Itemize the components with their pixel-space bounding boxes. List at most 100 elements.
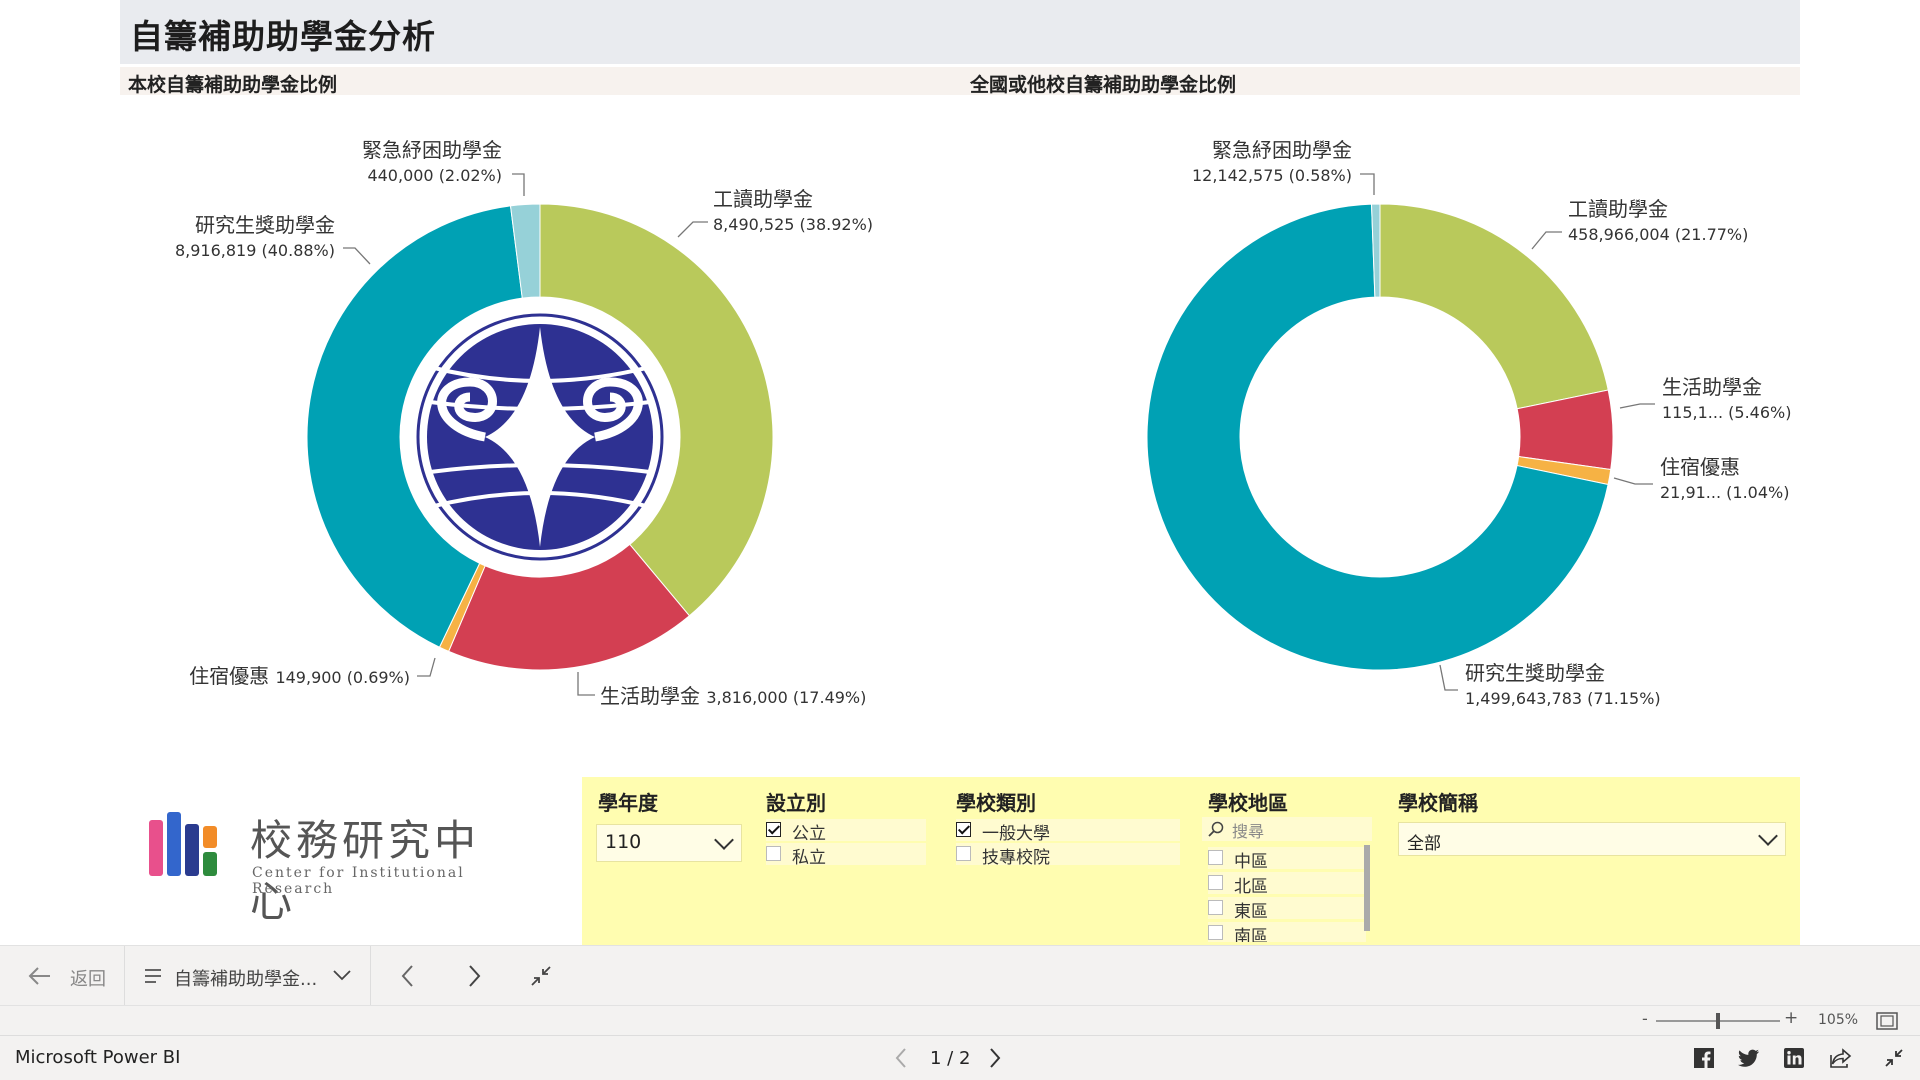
checkbox-checked-icon[interactable] xyxy=(766,822,781,837)
establish-option-label: 公立 xyxy=(792,824,826,844)
data-label-category: 緊急紓困助學金 xyxy=(362,138,502,162)
back-label: 返回 xyxy=(70,969,106,990)
school-type-option-label: 一般大學 xyxy=(982,824,1050,844)
zoom-in-icon[interactable]: + xyxy=(1784,1008,1798,1028)
divider xyxy=(370,946,371,1006)
next-page-icon[interactable] xyxy=(466,964,482,988)
checkbox-icon[interactable] xyxy=(1208,925,1223,940)
data-label-category: 住宿優惠 xyxy=(1660,455,1740,479)
region-option-east[interactable]: 東區 xyxy=(1208,897,1366,922)
region-option-south[interactable]: 南區 xyxy=(1208,922,1366,942)
data-label-value: 8,916,819 (40.88%) xyxy=(175,241,335,260)
label-leader-line xyxy=(577,672,595,696)
year-dropdown-value: 110 xyxy=(605,831,642,853)
data-label-value: 21,91... (1.04%) xyxy=(1660,483,1789,502)
establish-option-label: 私立 xyxy=(792,848,826,868)
chevron-down-icon xyxy=(333,970,351,981)
school-type-option-general[interactable]: 一般大學 xyxy=(956,819,1180,844)
region-search-placeholder: 搜尋 xyxy=(1232,822,1265,841)
checkbox-icon[interactable] xyxy=(1208,875,1223,890)
app-name-link[interactable]: Microsoft Power BI xyxy=(15,1047,180,1068)
establish-option-private[interactable]: 私立 xyxy=(766,843,926,868)
label-leader-line xyxy=(677,221,708,238)
slicer-school-type: 學校類別 一般大學 技專校院 xyxy=(940,777,1192,945)
previous-page-icon[interactable] xyxy=(400,964,416,988)
region-option-north[interactable]: 北區 xyxy=(1208,872,1366,897)
checkbox-icon[interactable] xyxy=(766,846,781,861)
label-leader-line xyxy=(417,657,436,677)
school-name-dropdown-value: 全部 xyxy=(1407,834,1441,854)
region-option-label: 北區 xyxy=(1234,877,1268,897)
data-label-category: 工讀助學金 xyxy=(713,187,813,211)
region-option-central[interactable]: 中區 xyxy=(1208,847,1366,872)
data-label-category: 生活助學金 xyxy=(1662,375,1762,399)
zoom-out-icon[interactable]: - xyxy=(1642,1009,1648,1028)
school-name-dropdown[interactable]: 全部 xyxy=(1398,822,1786,856)
next-page-icon[interactable] xyxy=(988,1047,1002,1069)
school-type-option-tech[interactable]: 技專校院 xyxy=(956,843,1180,868)
region-scrollbar[interactable] xyxy=(1364,845,1370,931)
slicer-school-name-title: 學校簡稱 xyxy=(1398,791,1478,815)
data-label-value: 12,142,575 (0.58%) xyxy=(1192,166,1352,185)
checkbox-icon[interactable] xyxy=(1208,900,1223,915)
page-selector[interactable]: 自籌補助助學金... xyxy=(140,946,360,1006)
label-leader-line xyxy=(1439,664,1458,691)
linkedin-icon[interactable] xyxy=(1784,1048,1804,1068)
data-label-category: 研究生獎助學金 xyxy=(195,213,335,237)
region-option-label: 南區 xyxy=(1234,927,1268,942)
report-canvas: 自籌補助助學金分析 本校自籌補助助學金比例 全國或他校自籌補助助學金比例 工讀助… xyxy=(0,0,1920,945)
slicer-year-title: 學年度 xyxy=(598,791,658,815)
label-leader-line xyxy=(1531,231,1562,250)
back-button[interactable]: 返回 xyxy=(20,946,120,1006)
slicer-panel: 學年度 110 設立別 公立 私立 學校類別 一般大學 技專校院 學校地區 搜尋… xyxy=(582,777,1800,945)
slicer-establish: 設立別 公立 私立 xyxy=(750,777,940,945)
fit-to-page-icon[interactable] xyxy=(1876,1012,1898,1030)
chevron-down-icon xyxy=(714,830,734,850)
back-arrow-icon xyxy=(28,967,50,985)
data-label-category: 緊急紓困助學金 xyxy=(1212,138,1352,162)
facebook-icon[interactable] xyxy=(1694,1048,1714,1068)
share-icon[interactable] xyxy=(1830,1048,1852,1068)
checkbox-checked-icon[interactable] xyxy=(956,822,971,837)
data-label-value: 458,966,004 (21.77%) xyxy=(1568,225,1748,244)
label-leader-line xyxy=(1360,173,1375,195)
data-label-category: 研究生獎助學金 xyxy=(1465,661,1605,685)
twitter-icon[interactable] xyxy=(1738,1049,1760,1067)
school-emblem-icon xyxy=(412,309,668,565)
page-list-icon xyxy=(145,969,161,983)
slicer-establish-title: 設立別 xyxy=(766,791,826,815)
national-donut-chart[interactable]: 工讀助學金 458,966,004 (21.77%) 生活助學金 115,1... (… xyxy=(960,0,1920,760)
data-label-category: 工讀助學金 xyxy=(1568,197,1668,221)
status-bar: Microsoft Power BI 1 / 2 xyxy=(0,1035,1920,1080)
school-donut-chart[interactable]: 工讀助學金 8,490,525 (38.92%) 生活助學金 3,816,000 (… xyxy=(0,0,960,760)
slicer-school-name: 學校簡稱 全部 xyxy=(1382,777,1800,945)
slicer-school-type-title: 學校類別 xyxy=(956,791,1036,815)
data-label-value: 440,000 (2.02%) xyxy=(367,166,502,185)
data-label-value: 115,1... (5.46%) xyxy=(1662,403,1791,422)
zoom-bar: - + 105% xyxy=(0,1005,1920,1035)
page-selector-label: 自籌補助助學金... xyxy=(174,969,318,990)
exit-fullscreen-icon[interactable] xyxy=(1884,1048,1904,1068)
page-indicator: 1 / 2 xyxy=(930,1048,971,1069)
data-label: 生活助學金 3,816,000 (17.49%) xyxy=(600,684,866,708)
search-icon xyxy=(1208,821,1224,837)
divider xyxy=(124,946,125,1006)
region-search-input[interactable]: 搜尋 xyxy=(1202,817,1372,841)
previous-page-icon[interactable] xyxy=(894,1047,908,1069)
slicer-region: 學校地區 搜尋 中區 北區 東區 南區 xyxy=(1192,777,1382,945)
label-leader-line xyxy=(512,173,525,196)
cir-logo: 校務研究中心 Center for Institutional Research xyxy=(140,805,520,926)
checkbox-icon[interactable] xyxy=(956,846,971,861)
label-leader-line xyxy=(343,247,371,265)
year-dropdown[interactable]: 110 xyxy=(596,824,742,862)
cir-logo-mark-icon xyxy=(149,812,217,876)
data-label-value: 8,490,525 (38.92%) xyxy=(713,215,873,234)
zoom-level: 105% xyxy=(1818,1012,1859,1028)
collapse-icon[interactable] xyxy=(530,965,552,987)
zoom-slider-thumb[interactable] xyxy=(1716,1013,1720,1029)
establish-option-public[interactable]: 公立 xyxy=(766,819,926,844)
label-leader-line xyxy=(1613,477,1653,485)
region-option-label: 中區 xyxy=(1234,852,1268,872)
checkbox-icon[interactable] xyxy=(1208,850,1223,865)
region-option-label: 東區 xyxy=(1234,902,1268,922)
